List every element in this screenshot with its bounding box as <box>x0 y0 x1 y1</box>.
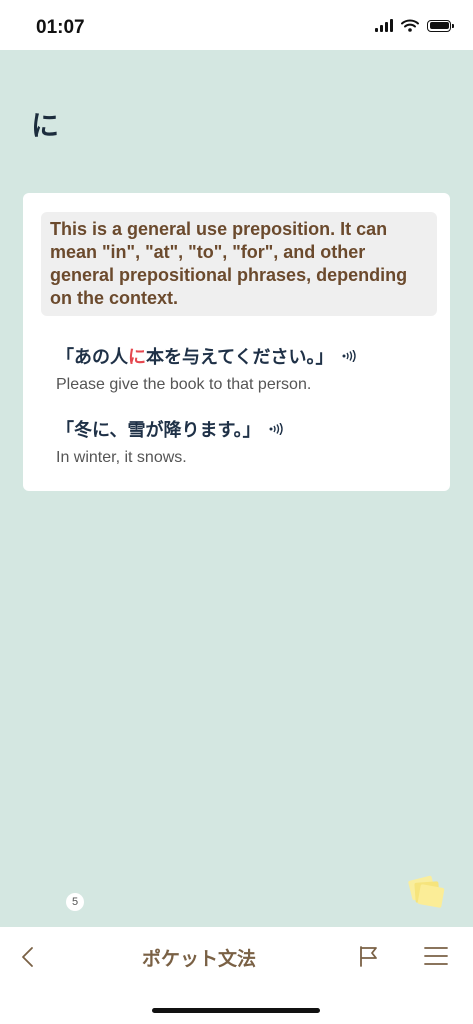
app-title: ポケット文法 <box>141 948 256 970</box>
signal-icon <box>375 19 393 32</box>
grammar-description: This is a general use preposition. It ca… <box>41 212 437 316</box>
example-1-japanese: 「あの人に本を与えてください。」 <box>56 343 356 369</box>
example-2: 「冬に、雪が降ります。」 In winter, it snows. <box>56 416 283 467</box>
speaker-icon[interactable] <box>269 423 283 435</box>
grammar-content: に This is a general use preposition. It … <box>0 50 473 927</box>
battery-icon <box>427 19 454 32</box>
bottom-nav-bar: ポケット文法 <box>0 927 473 1024</box>
example-1-english: Please give the book to that person. <box>56 376 312 393</box>
wifi-icon <box>401 19 419 32</box>
grammar-title: に <box>31 109 60 142</box>
home-indicator <box>152 1008 320 1013</box>
example-2-english: In winter, it snows. <box>56 449 187 466</box>
flag-icon[interactable] <box>356 944 380 968</box>
flashcards-icon[interactable] <box>405 872 447 912</box>
menu-icon[interactable] <box>424 946 448 966</box>
speaker-icon[interactable] <box>342 350 356 362</box>
count-badge: 5 <box>66 893 84 911</box>
example-1: 「あの人に本を与えてください。」 Please give the book to… <box>56 343 356 394</box>
status-time: 01:07 <box>36 17 85 38</box>
example-2-japanese: 「冬に、雪が降ります。」 <box>56 416 283 442</box>
status-bar: 01:07 <box>0 0 473 50</box>
grammar-card: This is a general use preposition. It ca… <box>23 193 450 491</box>
status-icons <box>375 19 454 32</box>
grammar-highlight: に <box>128 347 146 368</box>
